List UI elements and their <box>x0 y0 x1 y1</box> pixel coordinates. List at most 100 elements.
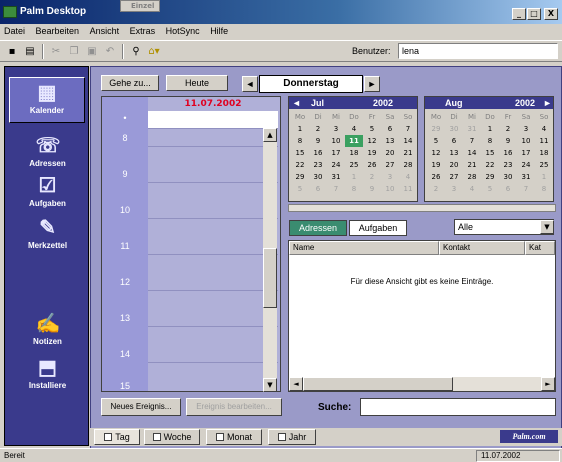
calendar-day-grid[interactable]: Mo Di Mi Do Fr Sa So 1 2 3 4 5 6 7 8 9 10 11 12 13 14 15 16 17 1… <box>291 111 417 195</box>
sidebar-item-aufgaben[interactable]: ☑ Aufgaben <box>5 175 90 208</box>
calendar-day[interactable]: 17 <box>327 147 345 159</box>
tab-day[interactable]: Tag <box>94 429 140 445</box>
column-header-contact[interactable]: Kontakt <box>439 241 525 255</box>
calendar-day[interactable]: 17 <box>517 147 535 159</box>
calendar-day[interactable]: 8 <box>345 183 363 195</box>
undo-icon[interactable]: ↶ <box>102 44 118 59</box>
time-slot[interactable] <box>148 237 278 255</box>
calendar-day[interactable]: 2 <box>499 123 517 135</box>
menu-extras[interactable]: Extras <box>126 24 160 38</box>
menu-datei[interactable]: Datei <box>0 24 29 38</box>
calendar-day[interactable]: 31 <box>517 171 535 183</box>
calendar-day[interactable]: 30 <box>309 171 327 183</box>
user-select[interactable]: lena <box>398 43 558 59</box>
tab-year[interactable]: Jahr <box>268 429 316 445</box>
tab-adressen[interactable]: Adressen <box>289 220 347 236</box>
calendar-day[interactable]: 25 <box>535 159 553 171</box>
calendar-day[interactable]: 4 <box>345 123 363 135</box>
calendar-day[interactable]: 13 <box>381 135 399 147</box>
calendar-day[interactable]: 23 <box>499 159 517 171</box>
minimize-button[interactable]: _ <box>512 8 526 20</box>
category-icon[interactable]: ⌂▾ <box>146 44 162 59</box>
calendar-day[interactable]: 27 <box>381 159 399 171</box>
mini-calendar-august[interactable]: Aug 2002 ► Mo Di Mi Do Fr Sa So 29 30 31 1 2 3 4 5 6 7 8 9… <box>424 96 554 202</box>
scroll-up-arrow[interactable]: ▲ <box>263 128 277 142</box>
calendar-day[interactable]: 28 <box>399 159 417 171</box>
calendar-day[interactable]: 20 <box>445 159 463 171</box>
calendar-day[interactable]: 4 <box>463 183 481 195</box>
mini-calendar-july[interactable]: ◄ Jul 2002 Mo Di Mi Do Fr Sa So 1 2 3 4 5 6 7 8 9 10 11 12… <box>288 96 418 202</box>
calendar-day[interactable]: 16 <box>309 147 327 159</box>
print-icon[interactable]: ▤ <box>22 44 38 59</box>
next-month-arrow[interactable]: ► <box>543 98 552 108</box>
save-icon[interactable]: ▪ <box>4 44 20 59</box>
cut-icon[interactable]: ✂ <box>48 44 64 59</box>
calendar-day[interactable]: 5 <box>481 183 499 195</box>
calendar-day[interactable]: 8 <box>481 135 499 147</box>
tab-aufgaben[interactable]: Aufgaben <box>349 220 407 236</box>
copy-icon[interactable]: ❐ <box>66 44 82 59</box>
calendar-day[interactable]: 2 <box>309 123 327 135</box>
scroll-thumb[interactable] <box>303 377 453 391</box>
calendar-day[interactable]: 21 <box>463 159 481 171</box>
calendar-day[interactable]: 9 <box>309 135 327 147</box>
chevron-down-icon[interactable]: ▼ <box>540 220 554 234</box>
calendar-day[interactable]: 1 <box>291 123 309 135</box>
calendar-day[interactable]: 24 <box>327 159 345 171</box>
scroll-down-arrow[interactable]: ▼ <box>263 378 277 392</box>
time-slot[interactable] <box>148 201 278 219</box>
calendar-day[interactable]: 4 <box>399 171 417 183</box>
time-slot[interactable] <box>148 273 278 291</box>
menu-bearbeiten[interactable]: Bearbeiten <box>32 24 84 38</box>
calendar-day[interactable]: 11 <box>399 183 417 195</box>
calendar-day[interactable]: 5 <box>427 135 445 147</box>
time-slot[interactable] <box>148 345 278 363</box>
calendar-day[interactable]: 26 <box>427 171 445 183</box>
column-header-category[interactable]: Kat <box>525 241 555 255</box>
calendar-day[interactable]: 15 <box>291 147 309 159</box>
calendar-day[interactable]: 7 <box>399 123 417 135</box>
calendar-day[interactable]: 16 <box>499 147 517 159</box>
tab-week[interactable]: Woche <box>144 429 200 445</box>
close-button[interactable]: X <box>544 8 558 20</box>
calendar-day[interactable]: 8 <box>535 183 553 195</box>
calendar-day[interactable]: 18 <box>535 147 553 159</box>
search-input[interactable] <box>360 398 556 416</box>
calendar-day[interactable]: 6 <box>309 183 327 195</box>
maximize-button[interactable]: □ <box>527 8 541 20</box>
calendar-day[interactable]: 22 <box>291 159 309 171</box>
category-filter-select[interactable]: Alle <box>454 219 554 235</box>
calendar-day[interactable]: 10 <box>381 183 399 195</box>
time-slot[interactable] <box>148 129 278 147</box>
calendar-day[interactable]: 4 <box>535 123 553 135</box>
sidebar-item-notizen[interactable]: ✍ Notizen <box>5 313 90 346</box>
menu-ansicht[interactable]: Ansicht <box>86 24 124 38</box>
calendar-day[interactable]: 21 <box>399 147 417 159</box>
calendar-day[interactable]: 2 <box>427 183 445 195</box>
next-day-button[interactable]: ► <box>364 76 380 92</box>
calendar-day[interactable]: 22 <box>481 159 499 171</box>
calendar-day[interactable]: 31 <box>463 123 481 135</box>
calendar-day[interactable]: 8 <box>291 135 309 147</box>
sidebar-item-merkzettel[interactable]: ✎ Merkzettel <box>5 217 90 250</box>
calendar-day-selected[interactable]: 11 <box>345 135 363 147</box>
new-event-button[interactable]: Neues Ereignis... <box>101 398 181 416</box>
list-horizontal-scrollbar[interactable]: ◄ ► <box>289 377 555 391</box>
menu-hilfe[interactable]: Hilfe <box>206 24 232 38</box>
calendar-day[interactable]: 31 <box>327 171 345 183</box>
calendar-day[interactable]: 12 <box>363 135 381 147</box>
calendar-day[interactable]: 20 <box>381 147 399 159</box>
calendar-day[interactable]: 30 <box>445 123 463 135</box>
calendar-day[interactable]: 14 <box>463 147 481 159</box>
calendar-day[interactable]: 1 <box>345 171 363 183</box>
calendar-day[interactable]: 30 <box>499 171 517 183</box>
calendar-day[interactable]: 18 <box>345 147 363 159</box>
calendar-day[interactable]: 3 <box>327 123 345 135</box>
calendar-day[interactable]: 7 <box>327 183 345 195</box>
calendar-day[interactable]: 10 <box>517 135 535 147</box>
calendar-day-grid[interactable]: Mo Di Mi Do Fr Sa So 29 30 31 1 2 3 4 5 6 7 8 9 10 11 12 13 14 1… <box>427 111 553 195</box>
calendar-day[interactable]: 19 <box>427 159 445 171</box>
calendar-day[interactable]: 6 <box>445 135 463 147</box>
calendar-day[interactable]: 3 <box>445 183 463 195</box>
calendar-day[interactable]: 1 <box>535 171 553 183</box>
